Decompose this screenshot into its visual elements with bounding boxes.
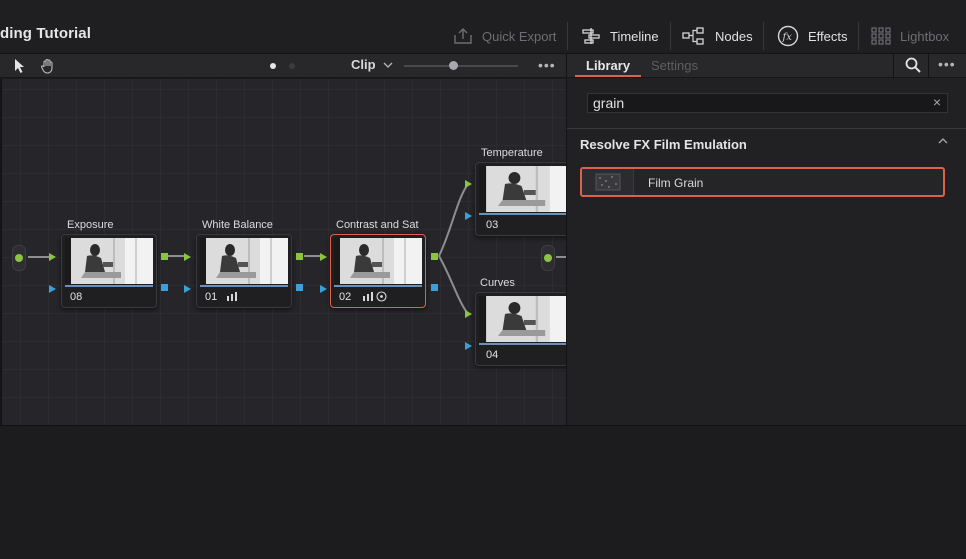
mode-label: Clip [351,57,376,72]
node-contrast-and-sat[interactable]: 02 [330,234,426,308]
alpha-input-pin[interactable] [184,285,191,293]
alpha-input-pin[interactable] [465,212,472,220]
toolbar-divider [763,22,764,50]
node-progress-bar [65,285,153,287]
timeline-icon [582,28,600,44]
rgb-input-pin[interactable] [320,253,327,261]
node-graph-canvas[interactable]: Exposure 08 White Balance 01 Contrast an… [0,79,566,425]
section-title[interactable]: Resolve FX Film Emulation [580,137,747,152]
project-title: ding Tutorial [0,25,92,42]
node-progress-bar [479,343,566,345]
node-label: Curves [480,277,515,289]
effect-thumbnail [582,169,634,195]
node-temperature[interactable]: 03 [475,162,566,236]
circle-dot-icon [376,291,387,302]
source-input-node[interactable] [12,245,26,271]
effect-item-film-grain[interactable]: Film Grain [580,167,945,197]
mode-selector[interactable]: Clip [351,57,393,72]
rgb-input-pin[interactable] [465,180,472,188]
bars-icon [227,292,237,301]
node-curves[interactable]: 04 [475,292,566,366]
bottom-panel [0,425,966,559]
quick-export-button[interactable]: Quick Export [453,22,556,50]
page-dot[interactable] [289,63,295,69]
node-exposure[interactable]: 08 [61,234,157,308]
node-label: Temperature [481,147,543,159]
alpha-output-pin[interactable] [296,284,303,291]
rgb-output-pin[interactable] [161,253,168,260]
node-thumbnail [334,238,422,284]
toolbar-divider [670,22,671,50]
chevron-down-icon [383,62,393,68]
zoom-slider[interactable] [404,65,518,67]
alpha-input-pin[interactable] [320,285,327,293]
rgb-output-pin[interactable] [296,253,303,260]
grid-icon [871,27,891,45]
timeline-label: Timeline [610,28,659,44]
nodes-button[interactable]: Nodes [682,22,753,50]
node-label: Exposure [67,219,114,231]
node-progress-bar [200,285,288,287]
rgb-input-pin[interactable] [184,253,191,261]
search-input[interactable]: grain × [587,93,948,113]
panel-tab-bar: Library Settings ••• [567,54,966,78]
hand-icon[interactable] [40,58,56,74]
node-thumbnail [200,238,288,284]
node-number: 08 [70,291,83,303]
lightbox-label: Lightbox [900,28,950,44]
effects-button[interactable]: fx Effects [777,22,848,50]
node-number: 02 [339,291,352,303]
node-thumbnail [479,296,566,342]
pointer-icon[interactable] [14,58,26,74]
node-number: 04 [486,349,499,361]
rgb-input-pin[interactable] [465,310,472,318]
toolbar-divider [858,22,859,50]
rgb-output-pin[interactable] [431,253,438,260]
node-thumbnail [65,238,153,284]
active-tab-indicator [575,75,641,77]
nodes-icon [682,27,704,45]
panel-options-button[interactable]: ••• [938,56,956,72]
search-value: grain [593,95,625,111]
film-grain-thumbnail-icon [595,173,621,191]
alpha-input-pin[interactable] [465,342,472,350]
nodes-label: Nodes [715,28,753,44]
node-number: 01 [205,291,218,303]
export-icon [454,28,472,44]
alpha-input-pin[interactable] [49,285,56,293]
svg-text:fx: fx [782,32,793,43]
chevron-up-icon[interactable] [938,137,948,145]
effect-label: Film Grain [648,176,704,190]
node-progress-bar [334,285,422,287]
tab-library[interactable]: Library [586,58,630,73]
panel-divider [928,54,929,78]
tab-settings[interactable]: Settings [651,58,698,73]
fx-icon: fx [777,25,799,47]
node-label: Contrast and Sat [336,219,419,231]
section-divider [567,128,966,129]
clear-search-icon[interactable]: × [933,94,941,110]
page-dot-active[interactable] [270,63,276,69]
zoom-slider-handle[interactable] [449,61,458,70]
node-options-button[interactable]: ••• [538,57,556,73]
toolbar-divider [567,22,568,50]
alpha-output-pin[interactable] [161,284,168,291]
node-number: 03 [486,219,499,231]
node-label: White Balance [202,219,273,231]
bars-icon [363,292,373,301]
top-toolbar: ding Tutorial Quick Export Timeline Node… [0,0,966,54]
timeline-button[interactable]: Timeline [581,22,659,50]
alpha-output-pin[interactable] [431,284,438,291]
effects-label: Effects [808,28,848,44]
quick-export-label: Quick Export [482,28,557,44]
output-node[interactable] [541,245,555,271]
effects-library-panel: Library Settings ••• grain × Resolve FX … [566,54,966,425]
node-thumbnail [479,166,566,212]
rgb-input-pin[interactable] [49,253,56,261]
panel-divider [893,54,894,78]
node-progress-bar [479,213,566,215]
lightbox-button[interactable]: Lightbox [871,22,949,50]
search-icon[interactable] [905,57,921,73]
node-white-balance[interactable]: 01 [196,234,292,308]
